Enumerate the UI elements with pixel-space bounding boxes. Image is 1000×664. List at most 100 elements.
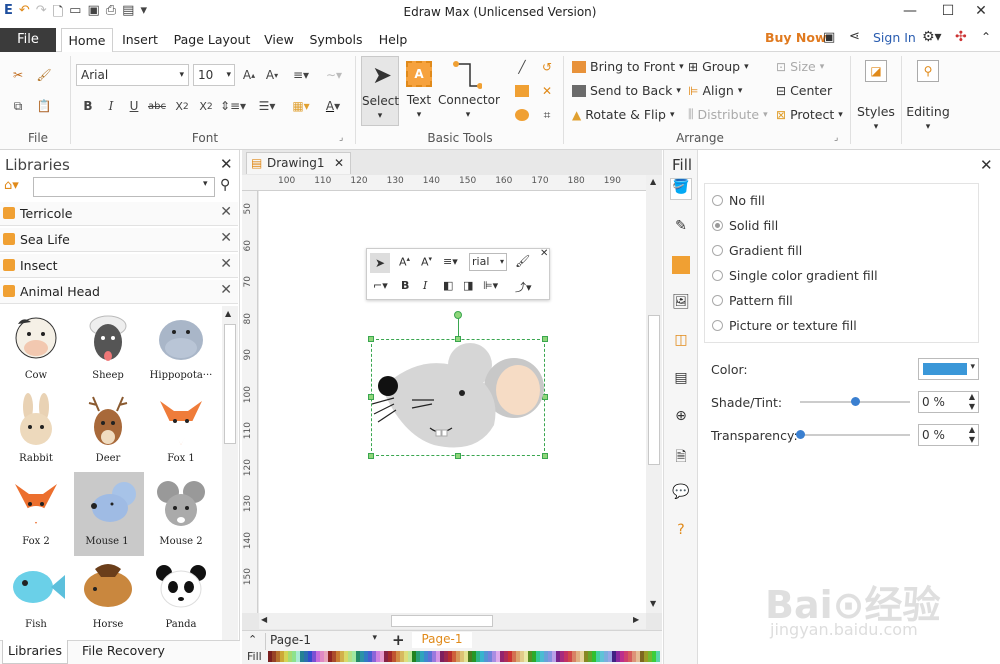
subscript-icon[interactable]: X2 [172, 97, 192, 115]
shape-fox-2[interactable]: Fox 2 [3, 474, 69, 554]
close-library-icon[interactable]: ✕ [220, 282, 232, 298]
settings-gear-icon[interactable]: ⚙▾ [922, 29, 942, 45]
fill-option-solid-fill[interactable]: Solid fill [712, 215, 778, 235]
fill-option-picture-texture[interactable]: Picture or texture fill [712, 315, 857, 335]
ellipse-tool-icon[interactable] [512, 106, 532, 124]
send-to-back-button[interactable]: Send to Back ▾ [572, 83, 681, 98]
maximize-icon[interactable]: ☐ [933, 0, 963, 24]
superscript-icon[interactable]: X2 [196, 97, 216, 115]
color-palette[interactable] [268, 651, 660, 662]
tab-page-layout[interactable]: Page Layout [172, 28, 252, 52]
tab-file-recovery[interactable]: File Recovery [82, 640, 165, 664]
dialog-launcher-icon[interactable]: ⌟ [834, 133, 838, 143]
copy-icon[interactable]: ⧉ [8, 97, 28, 115]
scroll-left-icon[interactable]: ◀ [261, 615, 267, 624]
arc-tool-icon[interactable]: ↺ [537, 58, 557, 76]
group-button[interactable]: ⊞ Group ▾ [688, 59, 749, 74]
line-tool-icon[interactable]: ╱ [512, 58, 532, 76]
cart-icon[interactable]: ▣ [823, 30, 835, 45]
fill-option-no-fill[interactable]: No fill [712, 190, 765, 210]
paste-icon[interactable]: 📋 [34, 97, 54, 115]
crop-tool-icon[interactable]: ⌗ [537, 106, 557, 124]
shape-panda[interactable]: Panda [148, 557, 214, 637]
align-icon[interactable]: ⊫▾ [483, 279, 498, 292]
file-menu-button[interactable]: File [0, 28, 56, 52]
tab-view[interactable]: View [260, 28, 298, 52]
shade-tint-slider[interactable] [800, 397, 910, 406]
bullets-icon[interactable]: ☰▾ [254, 97, 280, 115]
shape-deer[interactable]: Deer [75, 391, 141, 471]
image-icon[interactable]: 🖼 [670, 294, 692, 316]
shape-mouse-2[interactable]: Mouse 2 [148, 474, 214, 554]
library-item-animal-head[interactable]: Animal Head ✕ [0, 280, 238, 304]
scroll-down-icon[interactable]: ▼ [650, 599, 656, 608]
send-back-icon[interactable]: ◨ [463, 279, 473, 292]
library-home-icon[interactable]: ⌂▾ [4, 178, 19, 193]
text-align-icon[interactable]: ≡▾ [288, 66, 314, 84]
connector-tool-button[interactable]: Connector ▾ [438, 56, 500, 126]
line-style-icon[interactable]: ⤴▾ [515, 279, 532, 295]
italic-icon[interactable]: I [423, 279, 427, 292]
minimize-icon[interactable]: — [895, 0, 925, 24]
library-item-sea-life[interactable]: Sea Life ✕ [0, 228, 238, 252]
dialog-launcher-icon[interactable]: ⌟ [339, 133, 343, 143]
paragraph-spacing-icon[interactable]: ⇕≡▾ [220, 97, 246, 115]
collapse-ribbon-icon[interactable]: ⌃ [981, 30, 991, 44]
tab-insert[interactable]: Insert [118, 28, 162, 52]
font-size-combo[interactable]: 10 ▾ [193, 64, 235, 86]
scroll-up-icon[interactable]: ▲ [225, 309, 231, 318]
italic-icon[interactable]: I [101, 97, 121, 115]
pointer-icon[interactable]: ➤ [370, 253, 390, 273]
sign-in-link[interactable]: Sign In [873, 30, 916, 45]
strikethrough-icon[interactable]: abc [147, 97, 167, 115]
slider-knob[interactable] [796, 430, 805, 439]
document-icon[interactable]: 🗎 [670, 446, 692, 468]
help-icon[interactable]: ? [670, 522, 692, 544]
plugin-icon[interactable]: ✣ [955, 29, 967, 45]
transparency-input[interactable]: 0 % ▲ ▼ [918, 424, 979, 446]
bring-to-front-button[interactable]: Bring to Front ▾ [572, 59, 684, 74]
spinner-icon[interactable]: ▲ ▼ [969, 392, 975, 412]
fill-bucket-icon[interactable]: 🪣 [670, 178, 692, 200]
close-library-icon[interactable]: ✕ [220, 230, 232, 246]
connector-style-icon[interactable]: ⌐▾ [373, 279, 388, 292]
close-toolbar-icon[interactable]: ✕ [540, 248, 548, 259]
horizontal-scrollbar[interactable]: ◀ ▶ [259, 613, 646, 629]
shape-rabbit[interactable]: Rabbit [3, 391, 69, 471]
page-icon[interactable]: ▤ [670, 370, 692, 392]
globe-icon[interactable]: ⊕ [670, 408, 692, 430]
fill-option-single-color-gradient[interactable]: Single color gradient fill [712, 265, 878, 285]
scroll-thumb[interactable] [648, 315, 660, 465]
editing-button[interactable]: ⚲ Editing ▾ [906, 58, 950, 138]
shape-cow[interactable]: Cow [3, 308, 69, 388]
library-search-input[interactable] [33, 177, 215, 197]
cut-icon[interactable]: ✂ [8, 66, 28, 84]
buy-now-link[interactable]: Buy Now [765, 30, 827, 45]
fill-option-gradient-fill[interactable]: Gradient fill [712, 240, 802, 260]
scroll-right-icon[interactable]: ▶ [633, 615, 639, 624]
close-window-icon[interactable]: ✕ [966, 0, 996, 24]
format-painter-icon[interactable]: 🖌 [34, 66, 54, 84]
text-align-icon[interactable]: ≡▾ [443, 255, 458, 268]
underline-icon[interactable]: U [124, 97, 144, 115]
tab-symbols[interactable]: Symbols [308, 28, 364, 52]
size-button[interactable]: ⊡ Size ▾ [776, 59, 824, 74]
text-tool-button[interactable]: A Text ▾ [402, 56, 436, 126]
shape-fish[interactable]: Fish [3, 557, 69, 637]
chevron-up-icon[interactable]: ⌃ [248, 633, 257, 646]
bold-icon[interactable]: B [78, 97, 98, 115]
library-item-insect[interactable]: Insect ✕ [0, 254, 238, 278]
page-tab[interactable]: Page-1 [412, 632, 472, 648]
close-library-icon[interactable]: ✕ [220, 204, 232, 220]
comment-icon[interactable]: 💬 [670, 484, 692, 506]
shrink-font-icon[interactable]: A▾ [262, 66, 282, 84]
distribute-button[interactable]: ⫼ Distribute ▾ [688, 107, 768, 122]
shape-fox-1[interactable]: Fox 1 [148, 391, 214, 471]
protect-button[interactable]: ⊠ Protect ▾ [776, 107, 843, 122]
grow-font-icon[interactable]: A▴ [399, 255, 410, 269]
rotation-handle[interactable] [454, 311, 462, 319]
bold-icon[interactable]: B [401, 279, 409, 292]
document-tab[interactable]: ▤ Drawing1 ✕ [246, 152, 351, 174]
close-library-icon[interactable]: ✕ [220, 256, 232, 272]
freeform-tool-icon[interactable]: ✕ [537, 82, 557, 100]
